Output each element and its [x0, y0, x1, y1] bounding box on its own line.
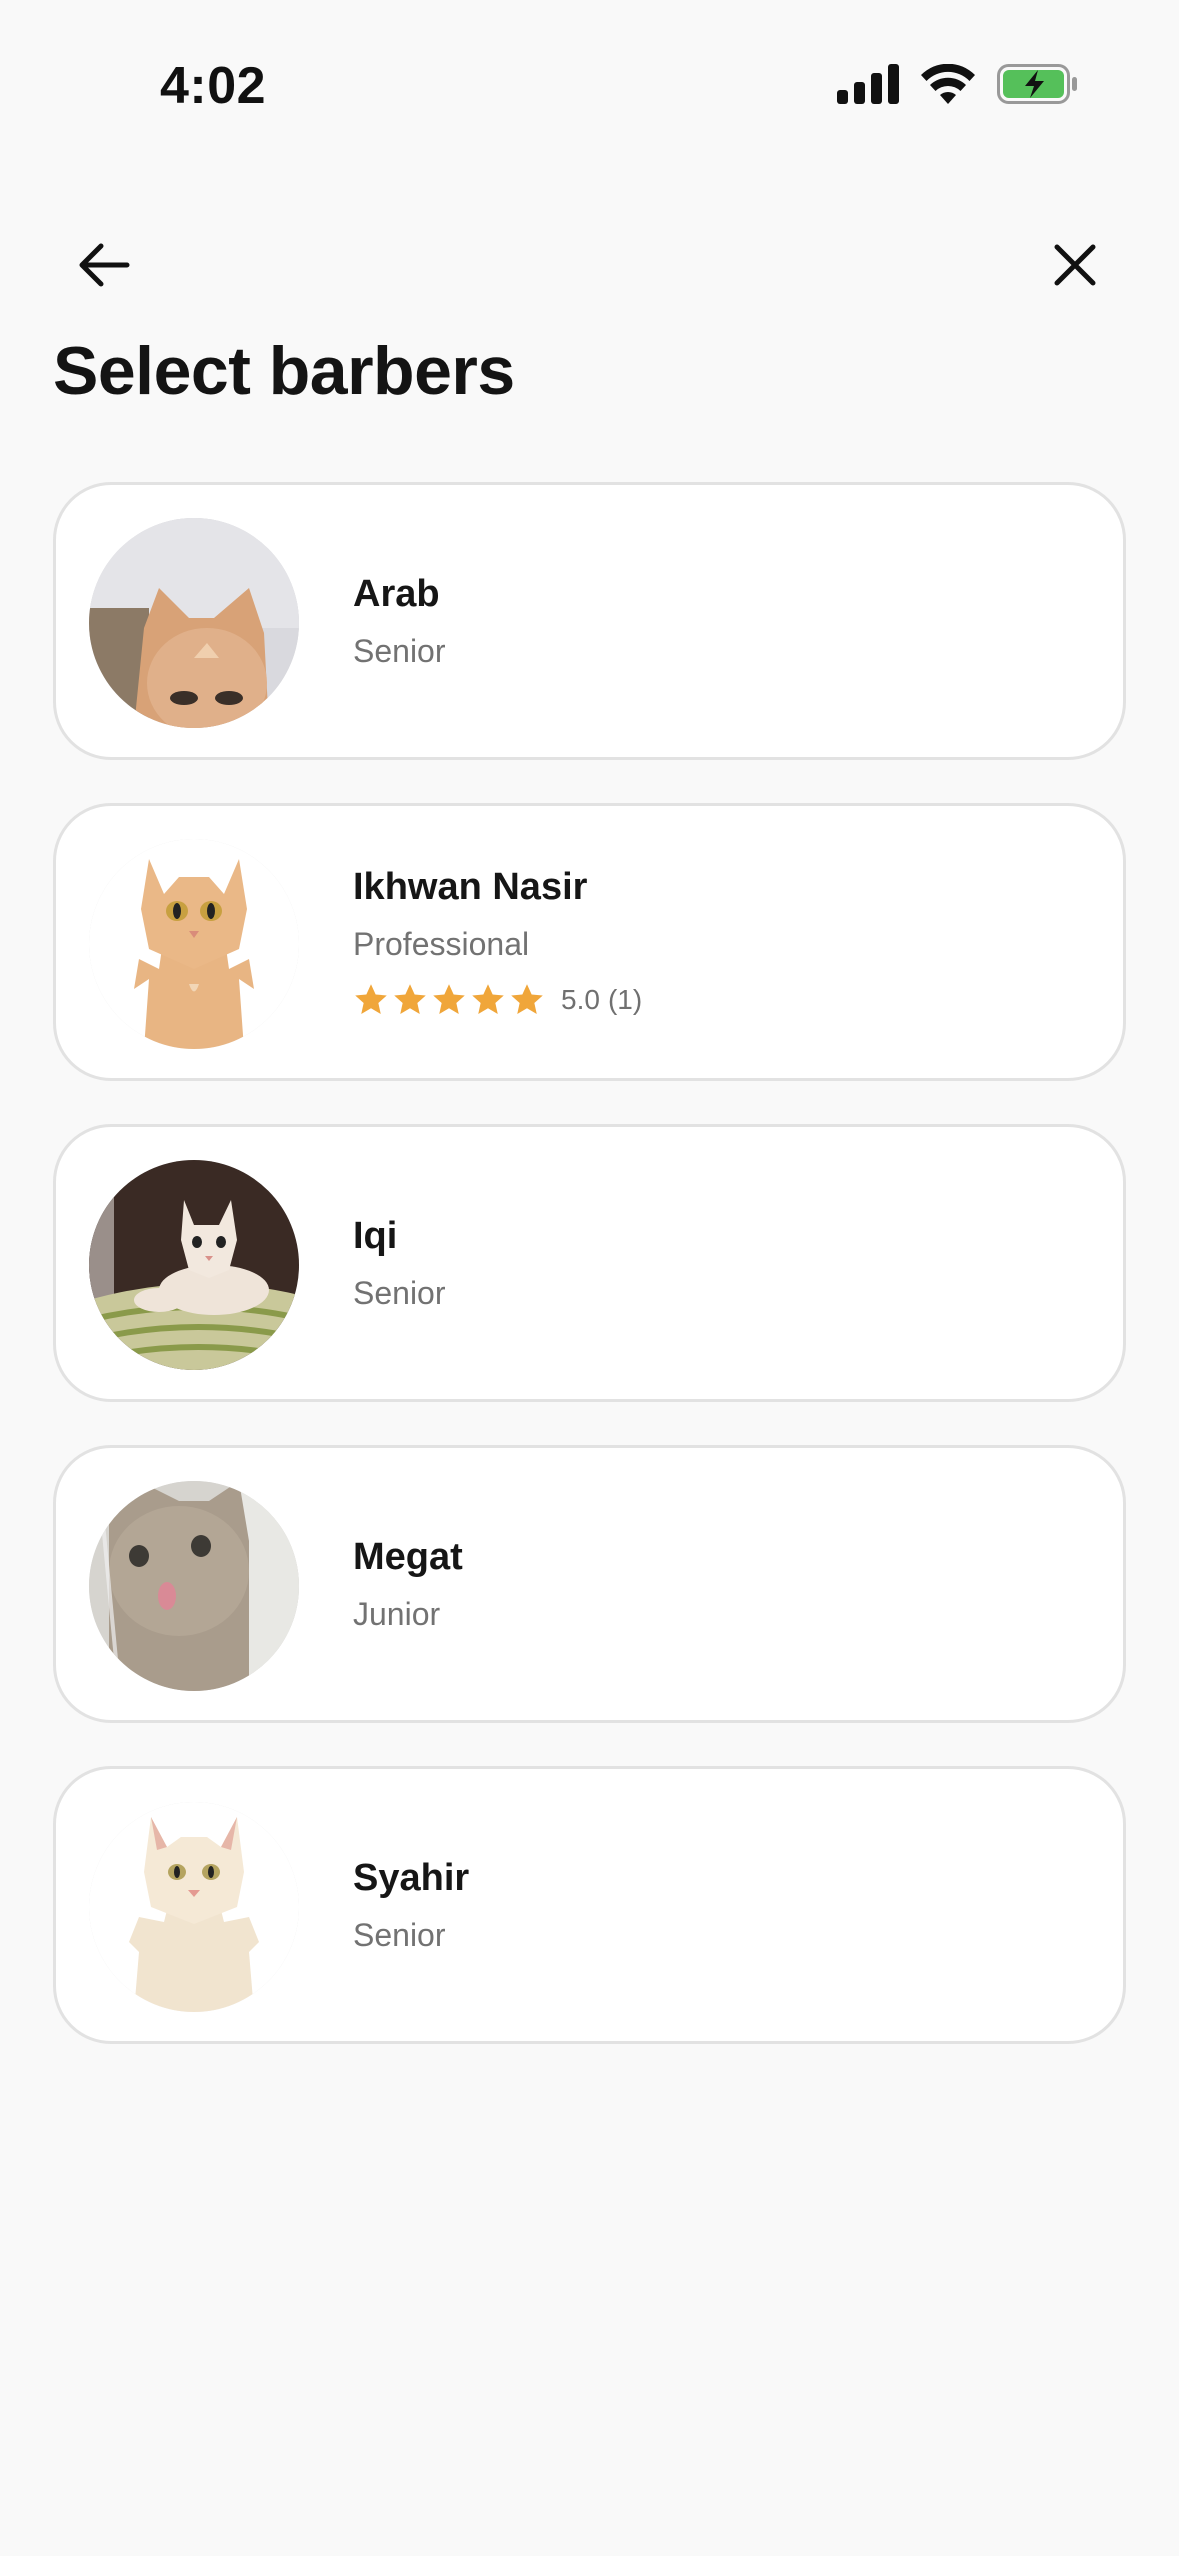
barber-avatar	[89, 1802, 299, 2012]
barber-avatar	[89, 518, 299, 728]
barber-info: Iqi Senior	[353, 1127, 446, 1399]
barber-name: Syahir	[353, 1857, 470, 1899]
barber-info: Megat Junior	[353, 1448, 463, 1720]
back-button[interactable]	[64, 225, 144, 305]
barber-avatar	[89, 1481, 299, 1691]
wifi-icon	[921, 64, 975, 104]
close-icon	[1054, 244, 1096, 286]
barber-name: Ikhwan Nasir	[353, 866, 588, 908]
barber-info: Ikhwan Nasir Professional 5.0 (1)	[353, 806, 642, 1078]
barber-role: Junior	[353, 1596, 441, 1632]
barber-avatar	[89, 1160, 299, 1370]
barber-name: Arab	[353, 573, 440, 615]
close-button[interactable]	[1035, 225, 1115, 305]
barber-role: Senior	[353, 1275, 446, 1311]
barber-role: Senior	[353, 633, 446, 669]
status-icons	[837, 64, 1079, 104]
barber-avatar	[89, 839, 299, 1049]
barber-card-iqi[interactable]: Iqi Senior	[53, 1124, 1126, 1402]
barber-card-arab[interactable]: Arab Senior	[53, 482, 1126, 760]
barber-role: Professional	[353, 926, 530, 962]
star-icon	[472, 984, 504, 1014]
status-time: 4:02	[160, 57, 267, 115]
barber-card-syahir[interactable]: Syahir Senior	[53, 1766, 1126, 2044]
barber-card-megat[interactable]: Megat Junior	[53, 1445, 1126, 1723]
star-icon	[511, 984, 543, 1014]
page-title: Select barbers	[53, 333, 515, 409]
barber-role: Senior	[353, 1917, 446, 1953]
barber-info: Arab Senior	[353, 485, 446, 757]
rating-count: (1)	[607, 984, 643, 1015]
status-bar: 4:02	[0, 0, 1179, 150]
barber-rating: 5.0 (1)	[353, 980, 642, 1020]
rating-value: 5.0	[561, 984, 600, 1015]
barber-info: Syahir Senior	[353, 1769, 469, 2041]
arrow-left-icon	[79, 243, 130, 287]
star-icon	[433, 984, 465, 1014]
star-icon	[355, 984, 387, 1014]
barber-card-ikhwan-nasir[interactable]: Ikhwan Nasir Professional 5.0 (1)	[53, 803, 1126, 1081]
barber-name: Iqi	[353, 1215, 398, 1257]
barber-list: Arab Senior Ikhwan Nasir Professional 5.…	[53, 482, 1126, 2087]
cellular-signal-icon	[837, 64, 899, 104]
battery-charging-icon	[997, 64, 1079, 104]
rating-stars	[353, 982, 545, 1018]
star-icon	[394, 984, 426, 1014]
barber-name: Megat	[353, 1536, 463, 1578]
